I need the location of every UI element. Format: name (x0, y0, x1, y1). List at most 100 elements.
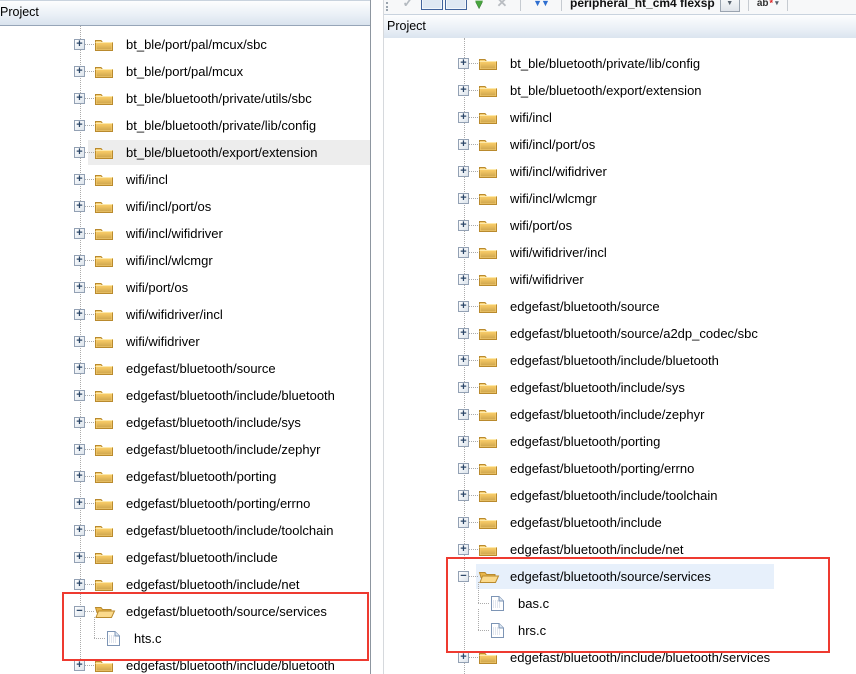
tree-item[interactable]: +wifi/port/os (384, 212, 856, 239)
tree-item[interactable]: +wifi/wifidriver (384, 266, 856, 293)
build-config-selector[interactable]: peripheral_ht_cm4 flexsp▼ (570, 0, 740, 14)
tree-item[interactable]: +edgefast/bluetooth/include/bluetooth (0, 652, 370, 674)
combo-dropdown-button[interactable]: ▼ (720, 0, 740, 12)
expand-plus-icon[interactable]: + (74, 579, 85, 590)
expand-plus-icon[interactable]: + (458, 85, 469, 96)
tree-item[interactable]: +edgefast/bluetooth/include/sys (384, 374, 856, 401)
expand-plus-icon[interactable]: + (74, 228, 85, 239)
tree-item[interactable]: hrs.c (384, 617, 856, 644)
tree-item[interactable]: +wifi/wifidriver/incl (0, 301, 370, 328)
tree-item[interactable]: +wifi/incl/wifidriver (0, 220, 370, 247)
expand-plus-icon[interactable]: + (458, 409, 469, 420)
tree-item[interactable]: +edgefast/bluetooth/porting (384, 428, 856, 455)
expand-plus-icon[interactable]: + (74, 255, 85, 266)
tree-item[interactable]: +wifi/incl/port/os (384, 131, 856, 158)
tree-item[interactable]: +edgefast/bluetooth/source/a2dp_codec/sb… (384, 320, 856, 347)
expand-all-icon[interactable]: ▼▼ (527, 0, 555, 14)
tree-item[interactable]: +wifi/wifidriver (0, 328, 370, 355)
tree-item[interactable]: +wifi/incl (384, 104, 856, 131)
expand-plus-icon[interactable]: + (74, 498, 85, 509)
expand-plus-icon[interactable]: + (74, 471, 85, 482)
tree-item[interactable]: +bt_ble/bluetooth/export/extension (384, 77, 856, 104)
expand-plus-icon[interactable]: + (458, 544, 469, 555)
expand-plus-icon[interactable]: + (74, 444, 85, 455)
tree-item[interactable]: +edgefast/bluetooth/include/toolchain (384, 482, 856, 509)
tree-item[interactable]: +wifi/incl/wifidriver (384, 158, 856, 185)
tree-item[interactable]: −edgefast/bluetooth/source/services (0, 598, 370, 625)
memory-icon-2[interactable] (444, 0, 468, 14)
collapse-minus-icon[interactable]: − (458, 571, 469, 582)
tree-item[interactable]: +bt_ble/port/pal/mcux (0, 58, 370, 85)
expand-plus-icon[interactable]: + (74, 552, 85, 563)
expand-plus-icon[interactable]: + (74, 174, 85, 185)
tree-item[interactable]: +wifi/incl/port/os (0, 193, 370, 220)
expand-plus-icon[interactable]: + (458, 328, 469, 339)
tree-item[interactable]: +edgefast/bluetooth/source (384, 293, 856, 320)
download-icon[interactable]: ▼ (468, 0, 490, 14)
text-search-icon[interactable]: ab*▾ (755, 0, 781, 14)
expand-plus-icon[interactable]: + (458, 301, 469, 312)
expand-plus-icon[interactable]: + (458, 490, 469, 501)
expand-plus-icon[interactable]: + (458, 193, 469, 204)
tree-item[interactable]: +edgefast/bluetooth/include (0, 544, 370, 571)
expand-plus-icon[interactable]: + (74, 336, 85, 347)
expand-plus-icon[interactable]: + (74, 660, 85, 671)
tree-item[interactable]: +bt_ble/bluetooth/private/utils/sbc (0, 85, 370, 112)
expand-plus-icon[interactable]: + (458, 274, 469, 285)
tree-item[interactable]: +bt_ble/bluetooth/private/lib/config (0, 112, 370, 139)
tree-item[interactable]: +wifi/port/os (0, 274, 370, 301)
expand-plus-icon[interactable]: + (74, 66, 85, 77)
tree-item[interactable]: +wifi/incl (0, 166, 370, 193)
expand-plus-icon[interactable]: + (458, 652, 469, 663)
tree-item[interactable]: +edgefast/bluetooth/include/zephyr (384, 401, 856, 428)
expand-plus-icon[interactable]: + (74, 147, 85, 158)
expand-plus-icon[interactable]: + (74, 309, 85, 320)
tree-item[interactable]: −edgefast/bluetooth/source/services (384, 563, 856, 590)
expand-plus-icon[interactable]: + (74, 282, 85, 293)
expand-plus-icon[interactable]: + (458, 220, 469, 231)
tree-item[interactable]: +bt_ble/port/pal/mcux/sbc (0, 31, 370, 58)
expand-plus-icon[interactable]: + (74, 201, 85, 212)
expand-plus-icon[interactable]: + (458, 463, 469, 474)
expand-plus-icon[interactable]: + (458, 139, 469, 150)
tree-item[interactable]: hts.c (0, 625, 370, 652)
tree-item[interactable]: +edgefast/bluetooth/include/sys (0, 409, 370, 436)
tree-item[interactable]: +edgefast/bluetooth/porting/errno (0, 490, 370, 517)
tree-item[interactable]: +wifi/incl/wlcmgr (384, 185, 856, 212)
tree-item[interactable]: +bt_ble/bluetooth/private/lib/config (384, 50, 856, 77)
tree-item[interactable]: +edgefast/bluetooth/include/bluetooth (0, 382, 370, 409)
expand-plus-icon[interactable]: + (458, 247, 469, 258)
tree-item[interactable]: +wifi/wifidriver/incl (384, 239, 856, 266)
expand-plus-icon[interactable]: + (458, 166, 469, 177)
tree-item[interactable]: +edgefast/bluetooth/porting/errno (384, 455, 856, 482)
tree-item[interactable]: +edgefast/bluetooth/include/net (384, 536, 856, 563)
expand-plus-icon[interactable]: + (74, 120, 85, 131)
expand-plus-icon[interactable]: + (74, 93, 85, 104)
hand-icon[interactable]: ✓ (396, 0, 420, 14)
expand-plus-icon[interactable]: + (458, 517, 469, 528)
tree-item[interactable]: +edgefast/bluetooth/include (384, 509, 856, 536)
expand-plus-icon[interactable]: + (458, 382, 469, 393)
panel-grip-icon[interactable] (386, 0, 396, 11)
expand-plus-icon[interactable]: + (458, 355, 469, 366)
expand-plus-icon[interactable]: + (74, 39, 85, 50)
expand-plus-icon[interactable]: + (74, 390, 85, 401)
expand-plus-icon[interactable]: + (74, 525, 85, 536)
collapse-minus-icon[interactable]: − (74, 606, 85, 617)
memory-icon[interactable] (420, 0, 444, 14)
expand-plus-icon[interactable]: + (74, 417, 85, 428)
close-icon[interactable]: ✕ (490, 0, 514, 14)
tree-item[interactable]: +edgefast/bluetooth/porting (0, 463, 370, 490)
tree-item[interactable]: +edgefast/bluetooth/source (0, 355, 370, 382)
expand-plus-icon[interactable]: + (458, 58, 469, 69)
expand-plus-icon[interactable]: + (458, 436, 469, 447)
expand-plus-icon[interactable]: + (458, 112, 469, 123)
tree-item[interactable]: +edgefast/bluetooth/include/bluetooth/se… (384, 644, 856, 671)
tree-item[interactable]: +bt_ble/bluetooth/export/extension (0, 139, 370, 166)
expand-plus-icon[interactable]: + (74, 363, 85, 374)
tree-item[interactable]: +edgefast/bluetooth/include/toolchain (0, 517, 370, 544)
tree-item[interactable]: +wifi/incl/wlcmgr (0, 247, 370, 274)
tree-item[interactable]: +edgefast/bluetooth/include/bluetooth (384, 347, 856, 374)
tree-item[interactable]: bas.c (384, 590, 856, 617)
tree-item[interactable]: +edgefast/bluetooth/include/net (0, 571, 370, 598)
